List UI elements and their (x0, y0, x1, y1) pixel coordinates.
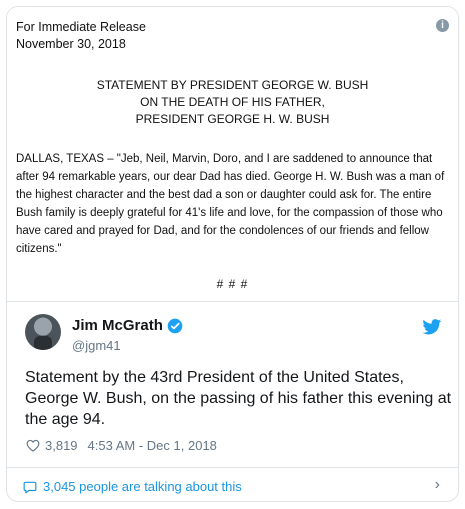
release-label: For Immediate Release (16, 20, 146, 34)
verified-badge-icon (167, 318, 183, 333)
conversation-link[interactable]: 3,045 people are talking about this (23, 479, 242, 494)
release-end-marks: # # # (216, 277, 249, 291)
chevron-right-icon[interactable]: › (435, 476, 440, 494)
like-count: 3,819 (45, 438, 78, 453)
release-heading-line-2: ON THE DEATH OF HIS FATHER, (140, 95, 325, 109)
author-name-text[interactable]: Jim McGrath (72, 317, 163, 334)
release-date: November 30, 2018 (16, 37, 126, 51)
conversation-text[interactable]: 3,045 people are talking about this (43, 479, 242, 494)
press-release-image[interactable]: For Immediate Release November 30, 2018 … (7, 7, 458, 301)
info-icon[interactable]: i (436, 19, 449, 32)
speech-bubble-icon (23, 481, 37, 493)
heart-icon (26, 439, 40, 452)
author-name[interactable]: Jim McGrath (72, 317, 183, 334)
tweet-stats: 3,819 4:53 AM - Dec 1, 2018 (26, 438, 217, 453)
like-button[interactable]: 3,819 (26, 438, 78, 453)
release-heading: STATEMENT BY PRESIDENT GEORGE W. BUSH ON… (7, 77, 458, 128)
tweet-text: Statement by the 43rd President of the U… (25, 369, 452, 428)
tweet-embed-card: For Immediate Release November 30, 2018 … (6, 6, 459, 502)
timestamp-link[interactable]: 4:53 AM - Dec 1, 2018 (88, 438, 217, 453)
divider (7, 301, 458, 302)
divider (7, 467, 458, 468)
release-body: DALLAS, TEXAS – "Jeb, Neil, Marvin, Doro… (16, 153, 445, 255)
avatar[interactable] (25, 314, 61, 350)
release-meta: For Immediate Release November 30, 2018 (16, 19, 146, 53)
release-heading-line-1: STATEMENT BY PRESIDENT GEORGE W. BUSH (96, 78, 369, 92)
release-heading-line-3: PRESIDENT GEORGE H. W. BUSH (135, 112, 330, 126)
twitter-bird-icon[interactable] (422, 319, 442, 335)
author-handle[interactable]: @jgm41 (72, 338, 121, 353)
